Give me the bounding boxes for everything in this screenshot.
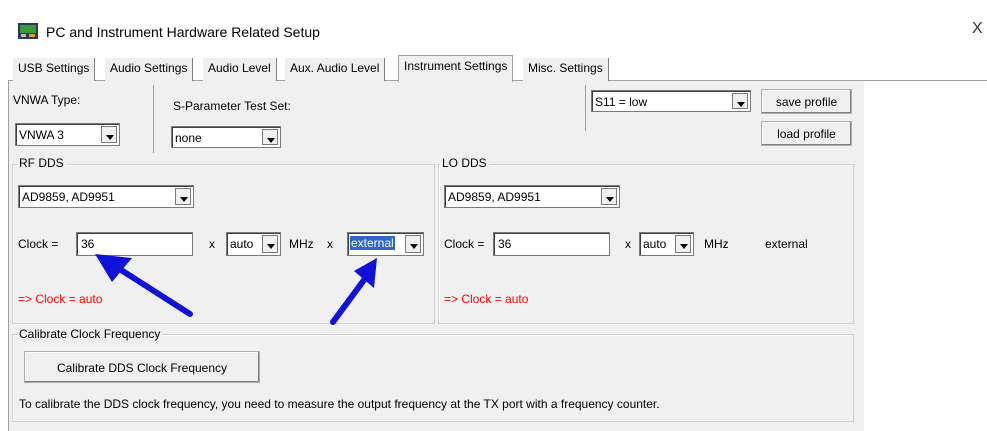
arrow-to-source-select-icon [330, 258, 377, 325]
arrow-to-clock-input-icon [95, 254, 193, 317]
tab-instrument-settings[interactable]: Instrument Settings [398, 55, 514, 82]
